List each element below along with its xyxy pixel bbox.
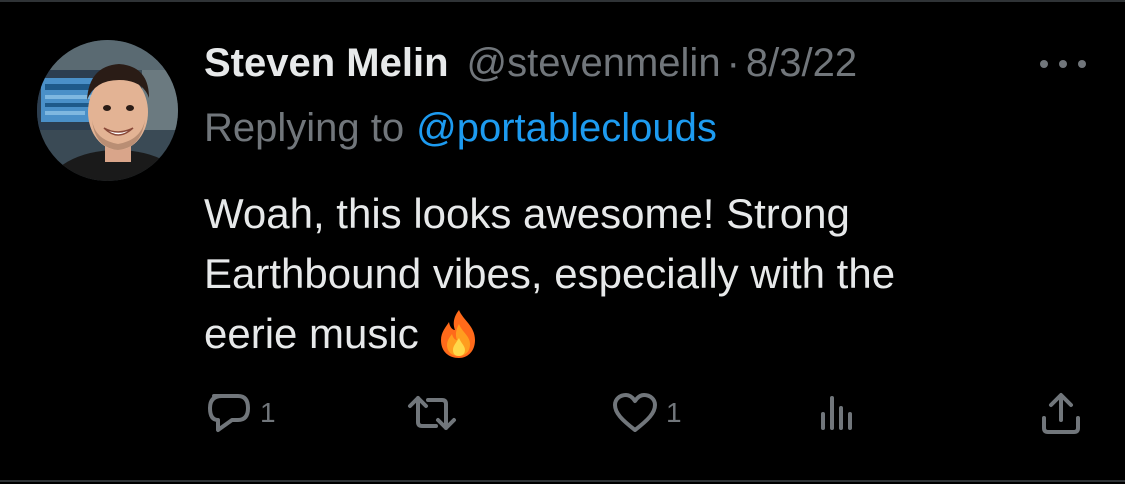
heart-icon: [613, 393, 657, 432]
more-options-icon[interactable]: [1040, 54, 1086, 74]
replying-to-line: Replying to @portableclouds: [204, 106, 717, 151]
tweet-text-segment: eerie music: [204, 310, 419, 357]
views-button[interactable]: [818, 388, 866, 438]
reply-prefix: Replying to: [204, 106, 405, 150]
share-button[interactable]: [1038, 388, 1084, 438]
tweet-text-line: Woah, this looks awesome! Strong: [204, 190, 850, 237]
retweet-icon: [408, 396, 456, 430]
tweet-header: Steven Melin @stevenmelin · 8/3/22: [204, 38, 857, 88]
avatar-image: [37, 40, 178, 181]
top-divider: [0, 0, 1125, 2]
avatar[interactable]: [37, 40, 178, 181]
retweet-button[interactable]: [404, 388, 466, 438]
separator-dot: ·: [726, 40, 740, 85]
tweet-date[interactable]: 8/3/22: [746, 41, 857, 86]
like-count: 1: [666, 397, 682, 428]
like-button[interactable]: 1: [610, 388, 682, 438]
display-name[interactable]: Steven Melin: [204, 41, 449, 86]
tweet-text-line: Earthbound vibes, especially with the: [204, 250, 896, 297]
fire-icon: [435, 308, 483, 376]
tweet-actions: 1 1: [0, 388, 1125, 438]
views-icon: [821, 396, 852, 430]
reply-icon: [208, 394, 250, 432]
bottom-divider: [0, 480, 1125, 482]
share-icon: [1042, 393, 1080, 434]
reply-button[interactable]: 1: [204, 388, 276, 438]
reply-to-link[interactable]: @portableclouds: [416, 106, 717, 150]
tweet-text: Woah, this looks awesome! Strong Earthbo…: [204, 184, 1064, 376]
tweet-text-line: eerie music: [204, 304, 1064, 376]
user-handle[interactable]: @stevenmelin: [467, 41, 721, 86]
reply-count: 1: [260, 397, 276, 428]
